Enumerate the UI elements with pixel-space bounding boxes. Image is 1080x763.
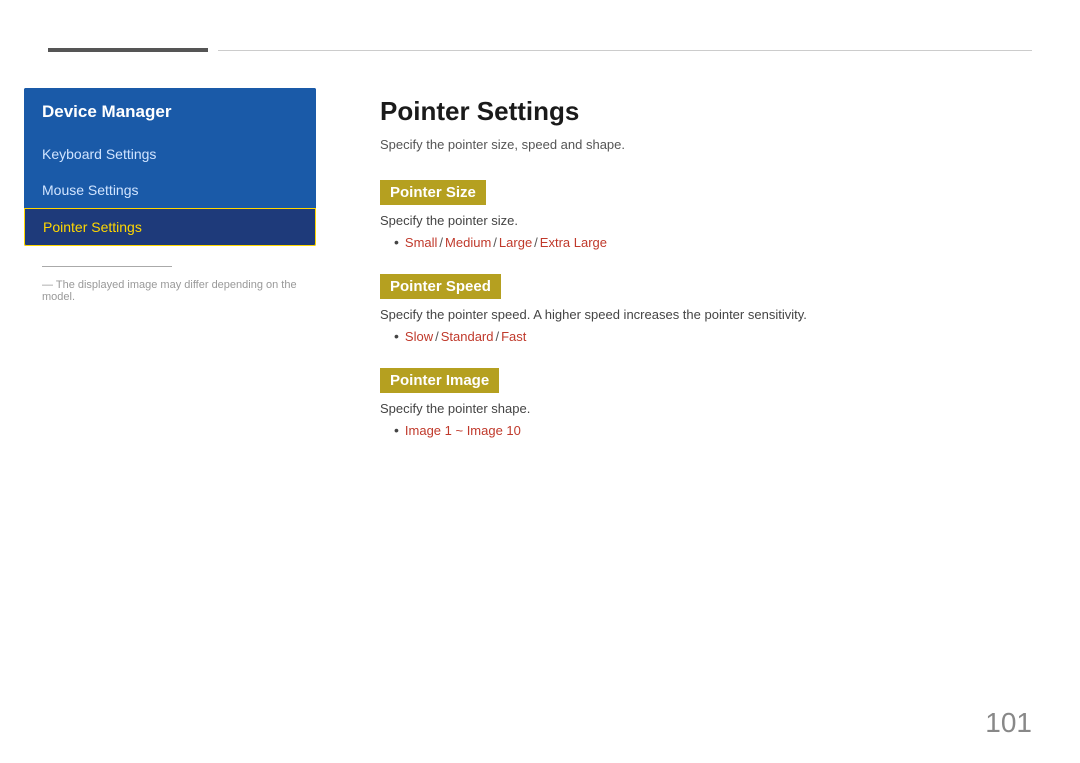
link-fast: Fast	[501, 329, 526, 344]
section-pointer-image: Pointer Image Specify the pointer shape.…	[380, 368, 1000, 438]
section-list-pointer-image: Image 1 ~ Image 10	[380, 422, 1000, 438]
page-title: Pointer Settings	[380, 96, 1000, 127]
link-medium: Medium	[445, 235, 491, 250]
section-heading-pointer-size: Pointer Size	[380, 180, 486, 205]
link-slow: Slow	[405, 329, 433, 344]
sidebar-divider	[42, 266, 172, 267]
content-area: Pointer Settings Specify the pointer siz…	[340, 72, 1080, 763]
section-pointer-size: Pointer Size Specify the pointer size. S…	[380, 180, 1000, 250]
section-desc-pointer-speed: Specify the pointer speed. A higher spee…	[380, 307, 1000, 322]
sidebar-item-pointer[interactable]: Pointer Settings	[24, 208, 316, 246]
top-bar-dark	[48, 48, 208, 52]
top-bar-light	[218, 50, 1032, 51]
sidebar-note: ― The displayed image may differ dependi…	[24, 279, 316, 303]
sidebar-item-mouse[interactable]: Mouse Settings	[24, 172, 316, 208]
sidebar: Device Manager Keyboard Settings Mouse S…	[0, 72, 340, 763]
list-item-pointer-image: Image 1 ~ Image 10	[394, 422, 1000, 438]
link-large: Large	[499, 235, 532, 250]
link-extra-large: Extra Large	[540, 235, 607, 250]
sidebar-nav: Device Manager Keyboard Settings Mouse S…	[24, 88, 316, 246]
section-pointer-speed: Pointer Speed Specify the pointer speed.…	[380, 274, 1000, 344]
section-heading-pointer-image: Pointer Image	[380, 368, 499, 393]
link-image-range: Image 1 ~ Image 10	[405, 423, 521, 438]
sidebar-title: Device Manager	[24, 88, 316, 136]
section-list-pointer-size: Small / Medium / Large / Extra Large	[380, 234, 1000, 250]
section-heading-pointer-speed: Pointer Speed	[380, 274, 501, 299]
section-desc-pointer-size: Specify the pointer size.	[380, 213, 1000, 228]
link-standard: Standard	[441, 329, 494, 344]
section-list-pointer-speed: Slow / Standard / Fast	[380, 328, 1000, 344]
list-item-pointer-size: Small / Medium / Large / Extra Large	[394, 234, 1000, 250]
link-small: Small	[405, 235, 438, 250]
main-layout: Device Manager Keyboard Settings Mouse S…	[0, 72, 1080, 763]
page-subtitle: Specify the pointer size, speed and shap…	[380, 137, 1000, 152]
top-bars	[0, 48, 1080, 52]
list-item-pointer-speed: Slow / Standard / Fast	[394, 328, 1000, 344]
sidebar-item-keyboard[interactable]: Keyboard Settings	[24, 136, 316, 172]
section-desc-pointer-image: Specify the pointer shape.	[380, 401, 1000, 416]
page-number: 101	[985, 707, 1032, 739]
